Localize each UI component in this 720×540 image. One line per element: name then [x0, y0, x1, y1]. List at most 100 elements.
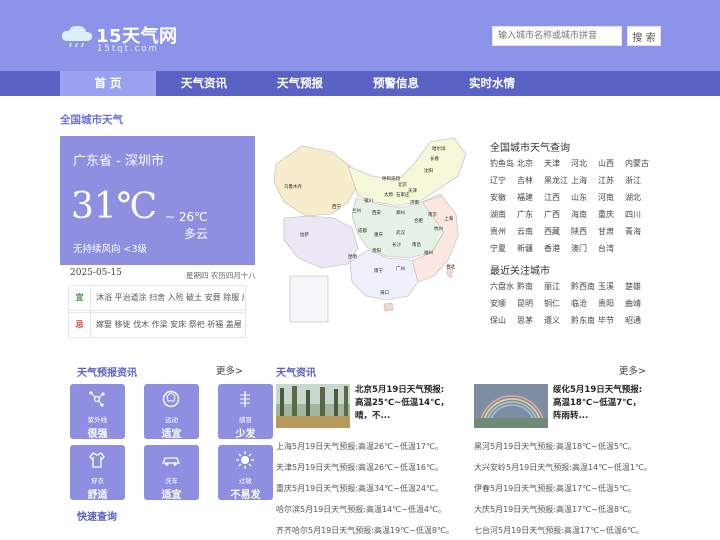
city-link[interactable]: 山西 [598, 158, 614, 169]
city-link[interactable]: 吉林 [517, 175, 533, 186]
city-link[interactable]: 贵阳 [598, 298, 614, 309]
map-city-label[interactable]: 南京 [428, 211, 437, 218]
city-link[interactable]: 昆明 [517, 298, 533, 309]
map-city-label[interactable]: 西宁 [332, 203, 341, 210]
china-map[interactable]: 乌鲁木齐哈尔滨长春沈阳呼和浩特北京天津石家庄太原济南银川西宁兰州 西安 郑州拉萨成都… [272, 136, 480, 328]
map-city-label[interactable]: 石家庄 [396, 191, 410, 198]
forecast-tile[interactable]: 感冒 少发 [218, 384, 273, 440]
city-link[interactable]: 玉溪 [598, 281, 614, 292]
map-city-label[interactable]: 南昌 [412, 241, 421, 248]
city-link[interactable]: 昭通 [625, 315, 641, 326]
city-link[interactable]: 保山 [490, 315, 506, 326]
news-item[interactable]: 重庆5月19日天气预报:高温34℃~低温24℃。 [276, 483, 443, 494]
city-link[interactable]: 黑龙江 [544, 175, 568, 186]
city-link[interactable]: 遵义 [544, 315, 560, 326]
forecast-tile[interactable]: 洗车 适宜 [144, 445, 199, 501]
map-city-label[interactable]: 南宁 [374, 267, 383, 274]
map-city-label[interactable]: 拉萨 [300, 231, 309, 238]
news-featured-1[interactable]: 北京5月19日天气预报:高温25℃~低温14℃，晴，不... [355, 384, 451, 423]
city-link[interactable]: 江西 [544, 192, 560, 203]
city-link[interactable]: 丽江 [544, 281, 560, 292]
city-link[interactable]: 福建 [517, 192, 533, 203]
city-link[interactable]: 思茅 [517, 315, 533, 326]
nav-weather-news[interactable]: 天气资讯 [156, 71, 252, 96]
city-link[interactable]: 安徽 [490, 192, 506, 203]
news-item[interactable]: 齐齐哈尔5月19日天气预报:高温19℃~低温8℃。 [276, 525, 454, 536]
city-link[interactable]: 海南 [571, 209, 587, 220]
city-link[interactable]: 内蒙古 [625, 158, 649, 169]
map-city-label[interactable]: 海口 [380, 289, 389, 296]
city-link[interactable]: 陕西 [571, 226, 587, 237]
map-city-label[interactable]: 昆明 [348, 254, 357, 260]
city-link[interactable]: 青海 [625, 226, 641, 237]
city-link[interactable]: 楚雄 [625, 281, 641, 292]
city-link[interactable]: 云南 [517, 226, 533, 237]
map-city-label[interactable]: 贵阳 [372, 247, 381, 254]
map-city-label[interactable]: 乌鲁木齐 [284, 183, 302, 190]
city-link[interactable]: 上海 [571, 175, 587, 186]
map-city-label[interactable]: 长春 [430, 155, 439, 162]
city-link[interactable]: 澳门 [571, 243, 587, 254]
nav-warnings[interactable]: 预警信息 [348, 71, 444, 96]
map-city-label[interactable]: 北京 [398, 181, 407, 188]
forecast-tile[interactable]: 运动 适宜 [144, 384, 199, 440]
city-link[interactable]: 宁夏 [490, 243, 506, 254]
map-city-label[interactable]: 成都 [358, 227, 367, 234]
city-link[interactable]: 湖北 [625, 192, 641, 203]
city-link[interactable]: 黔东南 [571, 315, 595, 326]
city-link[interactable]: 重庆 [598, 209, 614, 220]
map-city-label[interactable]: 哈尔滨 [432, 145, 446, 152]
map-city-label[interactable]: 台北 [446, 263, 455, 270]
city-link[interactable]: 毕节 [598, 315, 614, 326]
forecast-tile[interactable]: 过敏 不易发 [218, 445, 273, 501]
city-link[interactable]: 新疆 [517, 243, 533, 254]
current-city[interactable]: 广东省 - 深圳市 [73, 150, 164, 169]
news-item[interactable]: 上海5月19日天气预报:高温26℃~低温17℃。 [276, 441, 443, 452]
map-city-label[interactable]: 杭州 [434, 225, 443, 232]
city-link[interactable]: 临沧 [571, 298, 587, 309]
site-logo[interactable]: 15天气网 15tqt.com [60, 22, 180, 58]
city-link[interactable]: 河北 [571, 158, 587, 169]
city-link[interactable]: 浙江 [625, 175, 641, 186]
city-link[interactable]: 台湾 [598, 243, 614, 254]
city-link[interactable]: 西藏 [544, 226, 560, 237]
nav-home[interactable]: 首 页 [60, 71, 156, 96]
city-link[interactable]: 辽宁 [490, 175, 506, 186]
map-city-label[interactable]: 武汉 [396, 229, 405, 236]
city-link[interactable]: 江苏 [598, 175, 614, 186]
city-link[interactable]: 曲靖 [625, 298, 641, 309]
city-link[interactable]: 香港 [544, 243, 560, 254]
search-button[interactable]: 搜 索 [627, 26, 661, 46]
map-city-label[interactable]: 沈阳 [424, 167, 433, 174]
news-item[interactable]: 黑河5月19日天气预报:高温18℃~低温5℃。 [474, 441, 636, 452]
city-link[interactable]: 广东 [517, 209, 533, 220]
forecast-tile[interactable]: 穿衣 舒适 [70, 445, 125, 501]
forecast-more-link[interactable]: 更多> [216, 363, 243, 377]
city-link[interactable]: 钓鱼岛 [490, 158, 514, 169]
nav-water[interactable]: 实时水情 [444, 71, 540, 96]
city-link[interactable]: 黔西南 [571, 281, 595, 292]
map-city-label[interactable]: 郑州 [396, 209, 405, 216]
map-city-label[interactable]: 福州 [424, 249, 433, 256]
map-city-label[interactable]: 长沙 [392, 241, 401, 248]
city-link[interactable]: 六盘水 [490, 281, 514, 292]
city-link[interactable]: 河南 [598, 192, 614, 203]
city-link[interactable]: 四川 [625, 209, 641, 220]
city-link[interactable]: 安顺 [490, 298, 506, 309]
city-link[interactable]: 贵州 [490, 226, 506, 237]
forecast-tile[interactable]: 紫外线 很强 [70, 384, 125, 440]
city-link[interactable]: 北京 [517, 158, 533, 169]
news-item[interactable]: 天津5月19日天气预报:高温26℃~低温16℃。 [276, 462, 443, 473]
city-link[interactable]: 湖南 [490, 209, 506, 220]
quick-query-link[interactable]: 快速查询 [77, 508, 117, 523]
city-link[interactable]: 广西 [544, 209, 560, 220]
map-city-label[interactable]: 兰州 [352, 207, 361, 214]
news-item[interactable]: 大兴安岭5月19日天气预报:高温14℃~低温1℃。 [474, 462, 652, 473]
city-link[interactable]: 甘肃 [598, 226, 614, 237]
news-thumb-forest[interactable] [276, 384, 350, 428]
news-item[interactable]: 七台河5月19日天气预报:高温17℃~低温6℃。 [474, 525, 644, 536]
map-city-label[interactable]: 上海 [444, 215, 453, 222]
map-city-label[interactable]: 重庆 [374, 231, 383, 238]
map-city-label[interactable]: 银川 [364, 197, 373, 204]
map-city-label[interactable]: 太原 [384, 191, 393, 198]
